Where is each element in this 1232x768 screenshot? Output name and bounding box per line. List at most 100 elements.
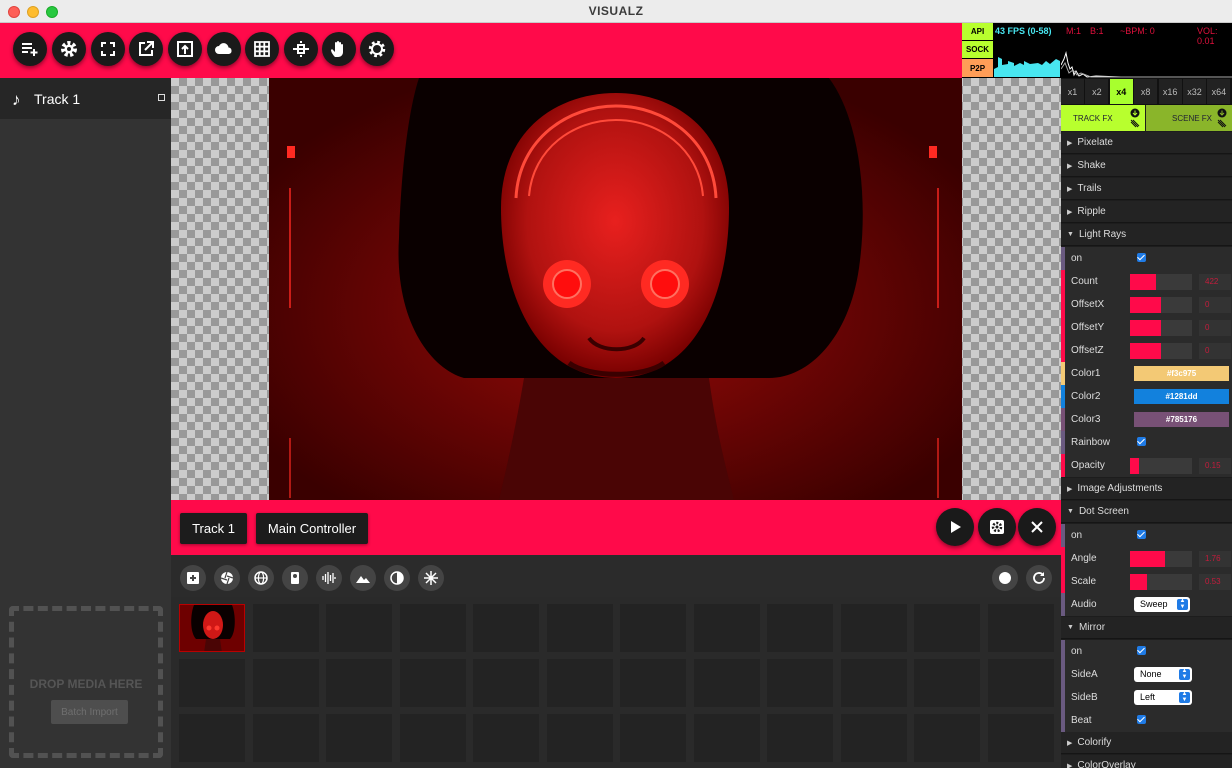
aperture-icon[interactable] [214,565,240,591]
clip-slot[interactable] [179,659,245,707]
settings-icon[interactable] [52,32,86,66]
multiplier-x2[interactable]: x2 [1085,79,1109,104]
dot-screen-on-checkbox[interactable] [1137,530,1146,539]
clip-slot[interactable] [326,659,392,707]
clip-slot[interactable] [546,659,613,707]
upload-icon[interactable] [168,32,202,66]
clip-slot[interactable] [987,714,1054,762]
audio-select[interactable]: Sweep ▲ ▼ [1134,597,1190,612]
clip-slot[interactable] [987,659,1054,707]
download-icon[interactable] [1129,108,1141,128]
multiplier-x1[interactable]: x1 [1061,79,1084,104]
clip-slot[interactable] [840,604,907,652]
multiplier-x16[interactable]: x16 [1158,79,1182,104]
gear-cog-icon[interactable] [360,32,394,66]
play-button[interactable] [936,508,974,546]
section-trails[interactable]: ▶ Trails [1061,178,1232,200]
clip-thumbnail[interactable] [179,604,245,652]
offsetz-value[interactable]: 0 [1199,343,1231,359]
download-icon[interactable] [1216,108,1228,128]
clip-slot[interactable] [473,604,539,652]
section-colorify[interactable]: ▶ Colorify [1061,732,1232,754]
color3-swatch[interactable]: #785176 [1134,412,1229,427]
sidea-select[interactable]: None ▲ ▼ [1134,667,1192,682]
sideb-select[interactable]: Left ▲ ▼ [1134,690,1192,705]
clip-slot[interactable] [179,714,245,762]
clip-slot[interactable] [840,659,907,707]
scale-slider[interactable] [1130,574,1192,590]
clip-slot[interactable] [473,659,539,707]
color2-swatch[interactable]: #1281dd [1134,389,1229,404]
clip-slot[interactable] [326,714,392,762]
clip-slot[interactable] [767,604,833,652]
track-item[interactable]: ♪ Track 1 [0,78,171,119]
section-image-adjustments[interactable]: ▶ Image Adjustments [1061,478,1232,500]
angle-value[interactable]: 1.76 [1199,551,1231,567]
clip-slot[interactable] [693,659,760,707]
api-badge[interactable]: API [962,23,993,41]
clip-slot[interactable] [693,714,760,762]
angle-slider[interactable] [1130,551,1192,567]
section-coloroverlay[interactable]: ▶ ColorOverlay [1061,755,1232,768]
clip-slot[interactable] [620,659,686,707]
scale-value[interactable]: 0.53 [1199,574,1231,590]
minimize-track-icon[interactable] [158,94,165,101]
sock-badge[interactable]: SOCK [962,41,993,59]
clip-slot[interactable] [767,659,833,707]
clip-slot[interactable] [767,714,833,762]
clip-slot[interactable] [620,604,686,652]
light-rays-on-checkbox[interactable] [1137,253,1146,262]
snowflake-icon[interactable] [418,565,444,591]
multiplier-x64[interactable]: x64 [1207,79,1231,104]
clip-slot[interactable] [620,714,686,762]
section-dot-screen[interactable]: ▼ Dot Screen [1061,501,1232,523]
clip-slot[interactable] [252,714,319,762]
offsety-value[interactable]: 0 [1199,320,1231,336]
split-icon[interactable] [284,32,318,66]
clip-slot[interactable] [546,604,613,652]
main-controller-tab[interactable]: Main Controller [256,513,368,544]
beat-checkbox[interactable] [1137,715,1146,724]
clip-slot[interactable] [252,659,319,707]
clip-slot[interactable] [914,714,980,762]
multiplier-x4[interactable]: x4 [1109,79,1133,104]
section-shake[interactable]: ▶ Shake [1061,155,1232,177]
section-pixelate[interactable]: ▶ Pixelate [1061,132,1232,154]
webcam-icon[interactable] [282,565,308,591]
globe-icon[interactable] [248,565,274,591]
external-window-icon[interactable] [129,32,163,66]
close-track-button[interactable] [1018,508,1056,546]
multiplier-x8[interactable]: x8 [1134,79,1158,104]
grid-icon[interactable] [245,32,279,66]
opacity-value[interactable]: 0.15 [1199,458,1231,474]
clip-slot[interactable] [987,604,1054,652]
record-icon[interactable] [992,565,1018,591]
clip-slot[interactable] [840,714,907,762]
opacity-slider[interactable] [1130,458,1192,474]
add-clip-icon[interactable] [180,565,206,591]
cloud-icon[interactable] [207,32,241,66]
section-light-rays[interactable]: ▼ Light Rays [1061,224,1232,246]
add-playlist-icon[interactable] [13,32,47,66]
contrast-icon[interactable] [384,565,410,591]
clip-slot[interactable] [252,604,319,652]
clip-slot[interactable] [399,659,466,707]
clip-slot[interactable] [399,714,466,762]
mountain-icon[interactable] [350,565,376,591]
clip-slot[interactable] [546,714,613,762]
color1-swatch[interactable]: #f3c975 [1134,366,1229,381]
rainbow-checkbox[interactable] [1137,437,1146,446]
refresh-icon[interactable] [1026,565,1052,591]
mirror-on-checkbox[interactable] [1137,646,1146,655]
audio-icon[interactable] [316,565,342,591]
offsetx-value[interactable]: 0 [1199,297,1231,313]
clip-slot[interactable] [399,604,466,652]
section-ripple[interactable]: ▶ Ripple [1061,201,1232,223]
clip-slot[interactable] [326,604,392,652]
offsetx-slider[interactable] [1130,297,1192,313]
count-slider[interactable] [1130,274,1192,290]
offsety-slider[interactable] [1130,320,1192,336]
clip-slot[interactable] [473,714,539,762]
media-drop-zone[interactable]: DROP MEDIA HERE Batch Import [9,606,163,758]
hand-icon[interactable] [322,32,356,66]
